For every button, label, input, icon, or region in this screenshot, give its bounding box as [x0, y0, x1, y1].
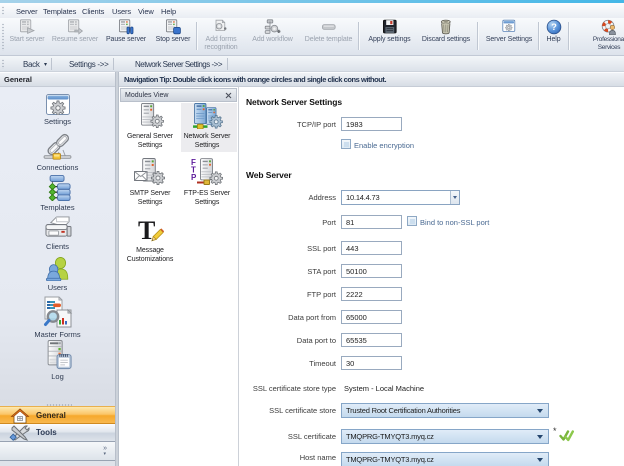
svg-text:?: ?: [551, 22, 557, 32]
svg-text:P: P: [191, 173, 197, 182]
